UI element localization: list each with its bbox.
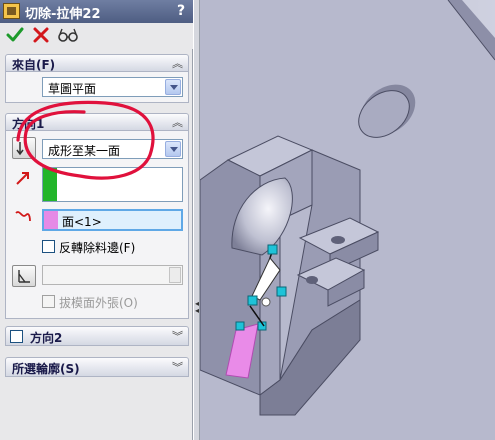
reverse-direction-icon [16, 142, 24, 156]
ok-button[interactable] [5, 26, 25, 46]
checkmark-icon [6, 27, 24, 42]
reverse-direction-button[interactable] [12, 137, 36, 159]
start-condition-select[interactable]: 草圖平面 [42, 77, 183, 97]
face-color-indicator [44, 211, 58, 229]
selected-contours-group-title: 所選輪廓(S) [12, 362, 80, 376]
drag-point[interactable] [261, 297, 271, 307]
expand-double-chevron-icon[interactable]: ︾ [172, 328, 183, 344]
face-selection-value: 面<1> [62, 215, 102, 229]
flip-side-checkbox[interactable] [42, 240, 55, 253]
face-selection-icon [15, 211, 31, 222]
draft-outward-checkbox[interactable] [42, 295, 55, 308]
direction-selection-box[interactable] [42, 167, 183, 202]
end-condition-value: 成形至某一面 [48, 144, 121, 158]
cancel-button[interactable] [31, 26, 51, 46]
panel-splitter[interactable]: ◂ ◂ [193, 0, 200, 440]
detailed-preview-button[interactable] [58, 26, 78, 46]
confirm-toolbar [0, 23, 193, 49]
direction1-group-body: 成形至某一面 面<1> 反轉除料邊(F) 拔模面外張(O) [5, 131, 189, 319]
draft-toggle-button[interactable] [12, 265, 36, 287]
expand-double-chevron-icon[interactable]: ︾ [172, 359, 183, 375]
end-condition-select[interactable]: 成形至某一面 [42, 139, 183, 159]
direction2-group-header[interactable]: 方向2 ︾ [5, 326, 189, 346]
draft-outward-label: 拔模面外張(O) [59, 296, 138, 310]
model-scene [199, 0, 495, 440]
lower-tab-hole [306, 276, 318, 284]
help-button[interactable]: ? [172, 2, 190, 20]
property-manager-panel: 切除-拉伸22 ? 來自(F) ︽ 草圖平面 方向1 ︽ 成形至某一面 面<1>… [0, 0, 193, 440]
feature-title-bar: 切除-拉伸22 ? [0, 0, 193, 23]
draft-angle-spinbox[interactable] [42, 265, 183, 285]
dropdown-arrow-icon[interactable] [165, 79, 181, 95]
start-condition-value: 草圖平面 [48, 82, 97, 96]
dropdown-arrow-icon[interactable] [165, 141, 181, 157]
sketch-handle[interactable] [276, 286, 287, 297]
collapse-double-chevron-icon[interactable]: ︽ [172, 55, 183, 71]
sketch-handle[interactable] [267, 244, 278, 255]
collapse-double-chevron-icon[interactable]: ︽ [172, 114, 183, 130]
feature-title: 切除-拉伸22 [25, 7, 101, 22]
x-icon [33, 27, 49, 43]
collapse-arrows-icon[interactable]: ◂ ◂ [195, 300, 199, 315]
upper-tab-hole [331, 236, 345, 244]
cut-extrude-icon [3, 3, 20, 19]
sketch-handle[interactable] [247, 295, 258, 306]
direction1-group-header[interactable]: 方向1 ︽ [5, 113, 189, 131]
face-selection-box[interactable]: 面<1> [42, 209, 183, 231]
direction2-group-title: 方向2 [30, 331, 63, 345]
from-group-body: 草圖平面 [5, 72, 189, 103]
graphics-viewport[interactable] [199, 0, 495, 440]
direction2-checkbox[interactable] [10, 330, 23, 343]
direction1-group-title: 方向1 [12, 117, 45, 131]
spinner-arrows-icon[interactable] [169, 267, 181, 283]
eyeglasses-icon [58, 28, 78, 42]
direction-arrow-icon [16, 172, 29, 185]
draft-angle-icon [18, 270, 30, 283]
direction-color-indicator [43, 168, 57, 201]
from-group-title: 來自(F) [12, 58, 56, 72]
from-group-header[interactable]: 來自(F) ︽ [5, 54, 189, 72]
sketch-handle[interactable] [235, 321, 245, 331]
selected-contours-group-header[interactable]: 所選輪廓(S) ︾ [5, 357, 189, 377]
flip-side-label: 反轉除料邊(F) [59, 241, 136, 255]
